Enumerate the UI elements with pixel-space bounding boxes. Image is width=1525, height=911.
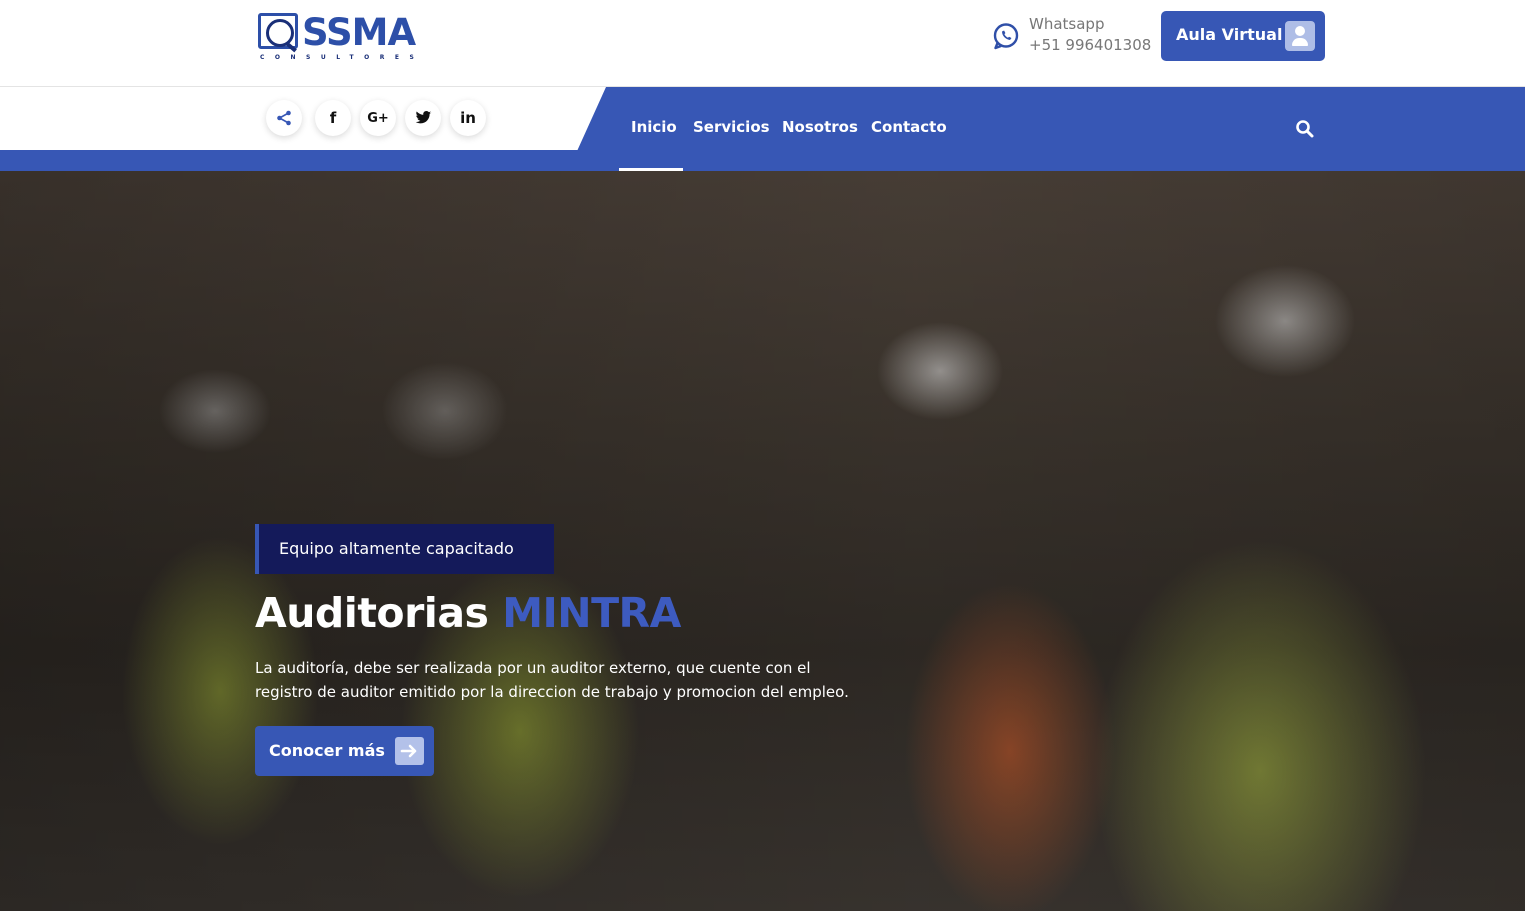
nav-item-inicio[interactable]: Inicio <box>631 118 677 136</box>
logo-tagline: CONSULTORES <box>260 54 425 61</box>
hero-tag-text: Equipo altamente capacitado <box>279 539 514 558</box>
nav-item-contacto[interactable]: Contacto <box>871 118 947 136</box>
search-icon[interactable] <box>1295 119 1315 139</box>
nav-item-servicios[interactable]: Servicios <box>693 118 770 136</box>
google-plus-icon[interactable]: G+ <box>360 100 396 136</box>
hero-background-image <box>0 171 1525 911</box>
hero-title-accent: MINTRA <box>502 589 681 637</box>
hero-title-main: Auditorias <box>255 589 489 637</box>
whatsapp-icon <box>993 23 1019 50</box>
aula-virtual-label: Aula Virtual <box>1176 25 1283 44</box>
conocer-mas-label: Conocer más <box>269 741 385 760</box>
hero-description: La auditoría, debe ser realizada por un … <box>255 656 915 704</box>
hero-tag: Equipo altamente capacitado <box>255 524 554 574</box>
social-bar <box>0 87 606 150</box>
share-icon[interactable] <box>266 100 302 136</box>
magnifier-logo-icon <box>258 13 298 49</box>
hero-description-line: registro de auditor emitido por la direc… <box>255 683 849 701</box>
nav-item-nosotros[interactable]: Nosotros <box>782 118 858 136</box>
aula-virtual-button[interactable]: Aula Virtual <box>1161 11 1325 61</box>
whatsapp-contact[interactable]: Whatsapp +51 996401308 <box>992 14 1152 58</box>
twitter-icon[interactable] <box>405 100 441 136</box>
top-header: SSMA CONSULTORES Whatsapp +51 996401308 … <box>0 0 1525 87</box>
whatsapp-phone[interactable]: +51 996401308 <box>1029 36 1151 54</box>
user-icon <box>1285 21 1315 51</box>
logo[interactable]: SSMA CONSULTORES <box>258 11 433 63</box>
hero-banner: Equipo altamente capacitado Auditorias M… <box>0 171 1525 911</box>
whatsapp-label: Whatsapp <box>1029 15 1105 33</box>
logo-brand: SSMA <box>302 11 416 54</box>
hero-description-line: La auditoría, debe ser realizada por un … <box>255 659 811 677</box>
arrow-right-icon <box>395 737 424 765</box>
conocer-mas-button[interactable]: Conocer más <box>255 726 434 776</box>
facebook-icon[interactable]: f <box>315 100 351 136</box>
hero-title: Auditorias MINTRA <box>255 589 681 637</box>
linkedin-icon[interactable]: in <box>450 100 486 136</box>
